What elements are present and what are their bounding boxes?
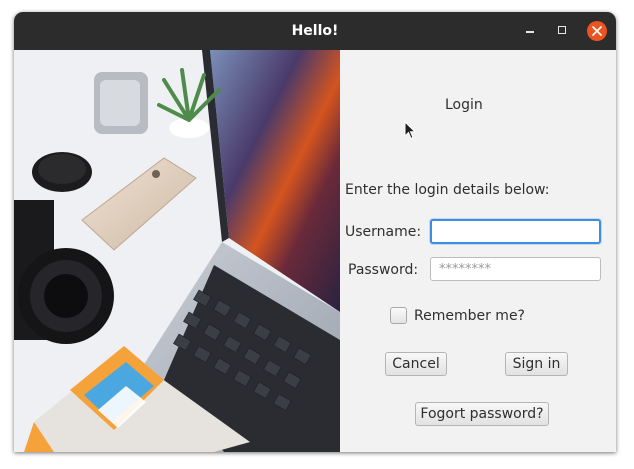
forgot-password-button[interactable]: Fogort password?	[415, 402, 549, 426]
username-label: Username:	[345, 224, 422, 240]
cancel-button[interactable]: Cancel	[385, 352, 447, 376]
minimize-icon[interactable]	[520, 21, 540, 41]
maximize-icon[interactable]	[553, 21, 573, 41]
password-field[interactable]	[430, 257, 601, 281]
mouse-pointer-icon	[404, 121, 416, 140]
login-panel: Login Enter the login details below: Use…	[340, 50, 616, 452]
remember-me-checkbox[interactable]	[390, 307, 407, 324]
instructions-text: Enter the login details below:	[345, 182, 550, 198]
desk-photo-image	[14, 50, 340, 452]
password-label: Password:	[348, 262, 419, 278]
sign-in-button[interactable]: Sign in	[505, 352, 568, 376]
title-bar[interactable]: Hello!	[14, 12, 616, 50]
username-field[interactable]	[430, 219, 601, 244]
remember-me-label[interactable]: Remember me?	[414, 308, 525, 324]
page-title: Login	[445, 97, 483, 113]
close-icon[interactable]	[587, 21, 607, 41]
app-window: Hello! Login Enter the login details bel…	[14, 12, 616, 452]
